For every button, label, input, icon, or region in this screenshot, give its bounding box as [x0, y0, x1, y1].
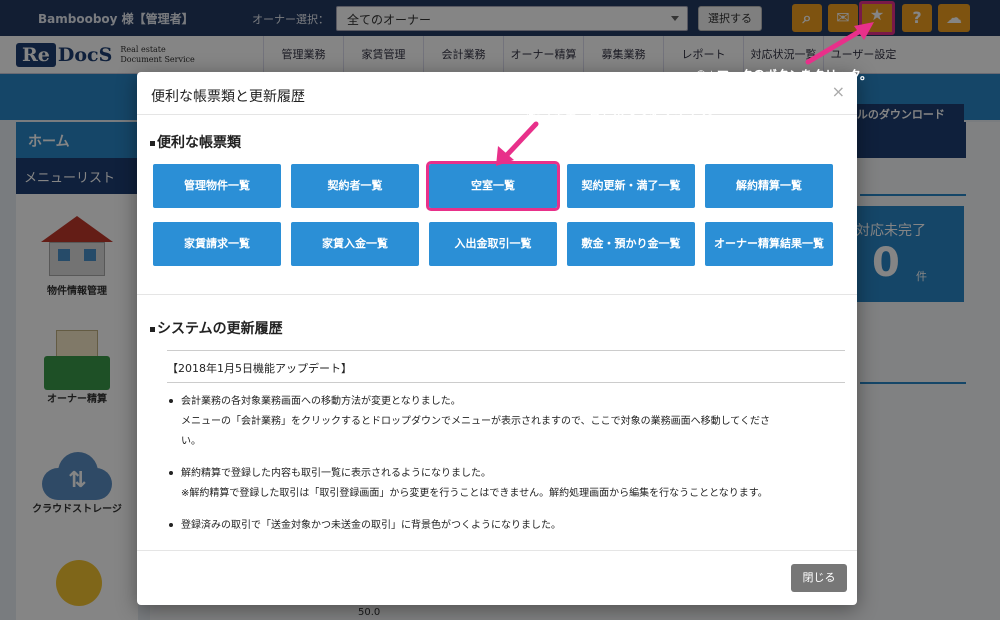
termination-settlement-button[interactable]: 解約精算一覧	[705, 164, 833, 208]
update-date: 【2018年1月5日機能アップデート】	[167, 362, 352, 375]
update-text: 会計業務の各対象業務画面への移動方法が変更となりました。	[181, 396, 461, 407]
update-text: メニューの「会計業務」をクリックするとドロップダウンでメニューが表示されますので…	[181, 416, 770, 427]
vacancy-list-button[interactable]: 空室一覧	[426, 161, 560, 211]
update-item: 会計業務の各対象業務画面への移動方法が変更となりました。 メニューの「会計業務」…	[169, 392, 841, 452]
close-button[interactable]: 閉じる	[791, 564, 847, 592]
forms-history-modal: 便利な帳票類と更新履歴 × 便利な帳票類 管理物件一覧 契約者一覧 空室一覧 契…	[137, 72, 857, 605]
forms-section-title: 便利な帳票類	[150, 132, 241, 152]
history-section-title: システムの更新履歴	[150, 318, 283, 338]
managed-properties-button[interactable]: 管理物件一覧	[153, 164, 281, 208]
update-item: 解約精算で登録した内容も取引一覧に表示されるようになりました。 ※解約精算で登録…	[169, 464, 841, 504]
transactions-button[interactable]: 入出金取引一覧	[429, 222, 557, 266]
tenants-button[interactable]: 契約者一覧	[291, 164, 419, 208]
deposits-button[interactable]: 敷金・預かり金一覧	[567, 222, 695, 266]
close-icon[interactable]: ×	[832, 82, 845, 101]
owner-settlement-results-button[interactable]: オーナー精算結果一覧	[705, 222, 833, 266]
divider	[167, 350, 845, 351]
annotation-step2: ②.「空室一覧」ボタンをクリック。	[526, 106, 720, 120]
update-text: い。	[181, 436, 201, 447]
forms-section-label: 便利な帳票類	[157, 135, 241, 151]
update-text: 登録済みの取引で「送金対象かつ未送金の取引」に背景色がつくようになりました。	[181, 520, 561, 531]
update-text: 解約精算で登録した内容も取引一覧に表示されるようになりました。	[181, 468, 491, 479]
annotation-step1: ①☆マークのボタンをクリック。	[696, 68, 872, 82]
rent-payments-button[interactable]: 家賃入金一覧	[291, 222, 419, 266]
divider	[137, 114, 857, 115]
divider	[137, 550, 857, 551]
contract-renewal-button[interactable]: 契約更新・満了一覧	[567, 164, 695, 208]
divider	[167, 382, 845, 383]
divider	[137, 294, 857, 295]
update-item: 登録済みの取引で「送金対象かつ未送金の取引」に背景色がつくようになりました。	[169, 516, 841, 536]
history-section-label: システムの更新履歴	[157, 321, 283, 337]
rent-billing-button[interactable]: 家賃請求一覧	[153, 222, 281, 266]
update-text: ※解約精算で登録した取引は「取引登録画面」から変更を行うことはできません。解約処…	[181, 488, 768, 499]
modal-title: 便利な帳票類と更新履歴	[151, 89, 305, 105]
